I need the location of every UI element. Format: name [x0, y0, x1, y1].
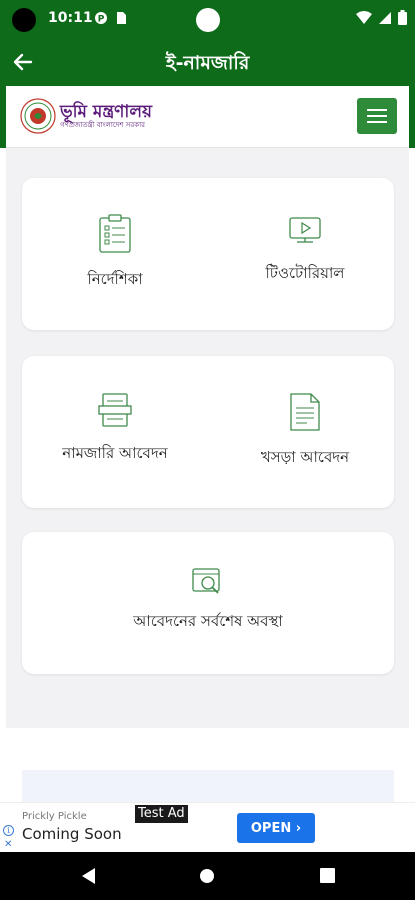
- ad-title: Coming Soon: [22, 825, 122, 843]
- logo-title: ভূমি মন্ত্রণালয়: [60, 101, 153, 122]
- tile-label: আবেদনের সর্বশেষ অবস্থা: [133, 612, 283, 630]
- tile-application-status[interactable]: আবেদনের সর্বশেষ অবস্থা: [108, 566, 308, 635]
- app-bar: ই-নামজারি: [0, 38, 415, 86]
- tile-label: নির্দেশিকা: [87, 270, 143, 288]
- site-header: ভূমি মন্ত্রণালয় গণপ্রজাতন্ত্রী বাংলাদেশ…: [6, 86, 409, 148]
- menu-card-3: আবেদনের সর্বশেষ অবস্থা: [22, 532, 394, 674]
- status-bar: 10:11 P: [0, 0, 415, 38]
- document-form-icon: [98, 393, 132, 427]
- tile-guideline[interactable]: নির্দেশিকা: [52, 214, 178, 293]
- ministry-logo[interactable]: ভূমি মন্ত্রণালয় গণপ্রজাতন্ত্রী বাংলাদেশ…: [20, 98, 152, 134]
- tile-label: নামজারি আবেদন: [62, 444, 168, 462]
- ad-info-icon[interactable]: i: [3, 825, 14, 836]
- menu-line: [367, 115, 387, 117]
- tile-mutation-application[interactable]: নামজারি আবেদন: [42, 392, 188, 467]
- signal-icon: [379, 11, 391, 24]
- battery-icon: [398, 10, 407, 25]
- tile-tutorial[interactable]: টিওটোরিয়াল: [242, 214, 368, 287]
- ad-banner[interactable]: i ✕ Prickly Pickle Coming Soon Test Ad O…: [0, 802, 415, 852]
- sim-card-icon: [117, 12, 126, 24]
- status-time: 10:11: [48, 10, 93, 26]
- ad-brand: Prickly Pickle: [22, 811, 87, 822]
- application-status-search-icon: [192, 568, 220, 594]
- menu-card-2: নামজারি আবেদন খসড়া আবেদন: [22, 356, 394, 508]
- hamburger-menu-button[interactable]: [357, 98, 397, 134]
- menu-line: [367, 109, 387, 111]
- pocket-icon: P: [95, 12, 107, 25]
- tile-label: খসড়া আবেদন: [260, 448, 350, 466]
- svg-text:P: P: [98, 15, 105, 25]
- front-camera: [196, 8, 220, 32]
- nav-recents-icon[interactable]: [320, 868, 335, 883]
- ad-close-icon[interactable]: ✕: [4, 839, 12, 850]
- draft-document-icon: [290, 393, 320, 431]
- status-icons: [356, 10, 407, 25]
- wifi-icon: [356, 10, 372, 24]
- ad-test-tag: Test Ad: [135, 805, 188, 823]
- logo-subtitle: গণপ্রজাতন্ত্রী বাংলাদেশ সরকার: [60, 120, 145, 129]
- header-edge-right: [409, 86, 415, 148]
- system-nav-bar: [0, 852, 415, 900]
- ad-open-button[interactable]: OPEN ›: [237, 813, 315, 843]
- page-title: ই-নামজারি: [165, 52, 250, 74]
- video-tutorial-icon: [289, 217, 321, 243]
- government-seal-icon: [20, 98, 56, 134]
- tile-label: টিওটোরিয়াল: [265, 264, 345, 282]
- menu-line: [367, 121, 387, 123]
- menu-card-1: নির্দেশিকা টিওটোরিয়াল: [22, 178, 394, 330]
- nav-home-icon[interactable]: [199, 868, 215, 884]
- dashboard-content: নির্দেশিকা টিওটোরিয়াল নামজারি আবেদন খসড…: [6, 148, 409, 728]
- camera-cutout: [12, 8, 36, 32]
- nav-back-icon[interactable]: [79, 866, 97, 886]
- tile-draft-application[interactable]: খসড়া আবেদন: [232, 392, 378, 471]
- clipboard-list-icon: [99, 214, 131, 253]
